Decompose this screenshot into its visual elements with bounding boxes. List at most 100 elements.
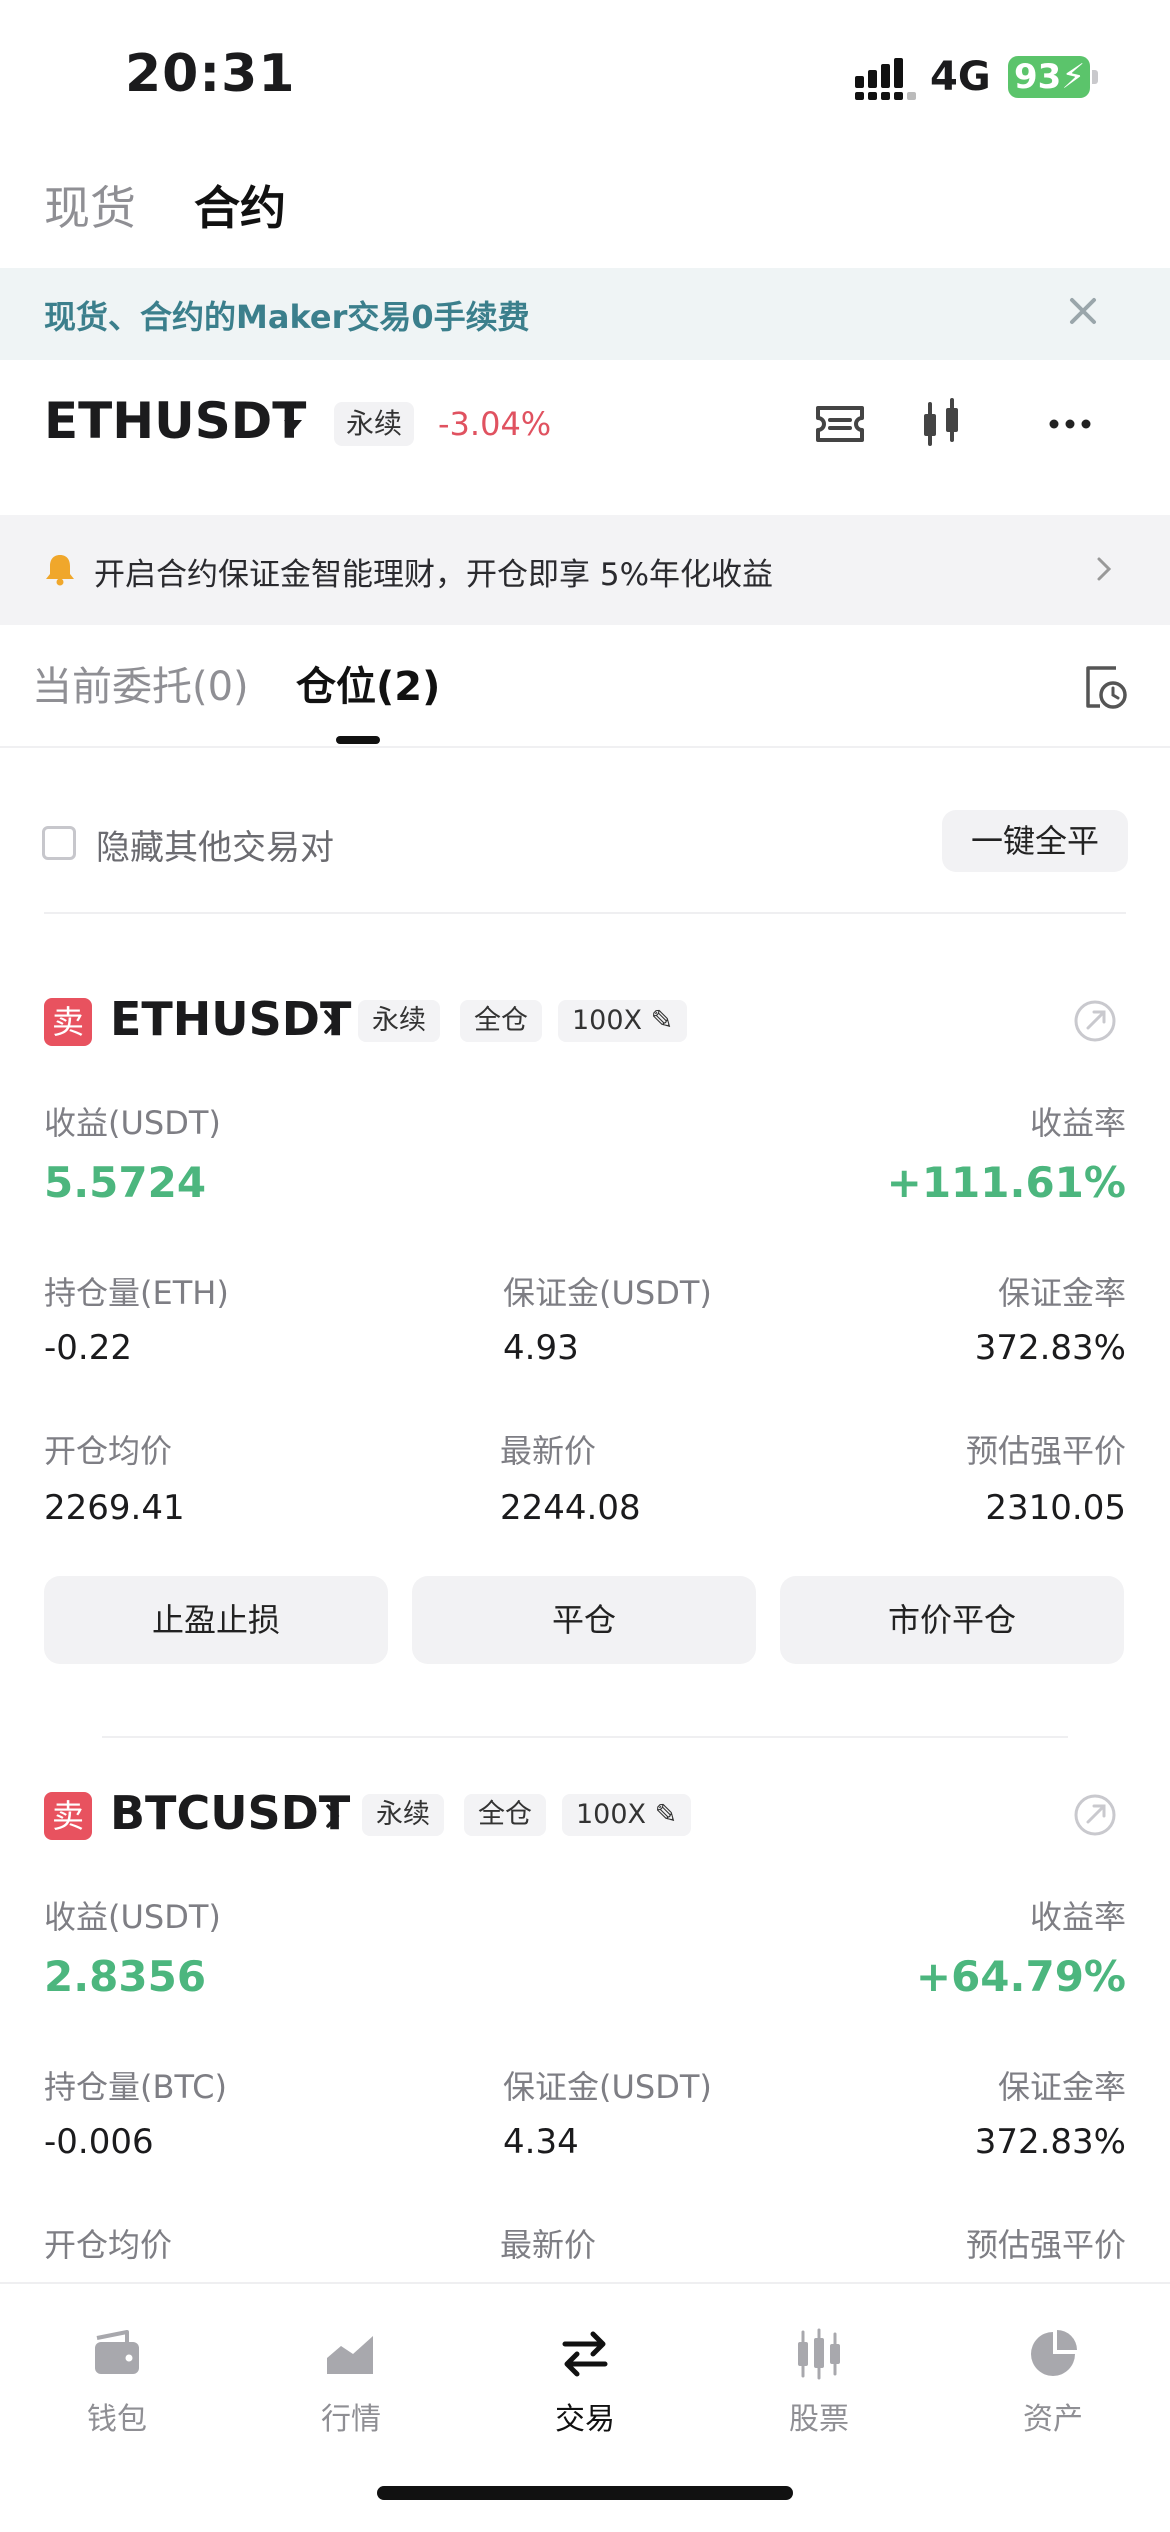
status-bar: 20:31 4G 93⚡ [0, 0, 1170, 150]
mark-price-label: 最新价 [500, 2226, 597, 2264]
pie-icon [1031, 2330, 1077, 2376]
bell-icon [46, 555, 74, 586]
size-value: -0.006 [44, 2122, 154, 2162]
battery-tip [1092, 70, 1098, 84]
hide-others-label: 隐藏其他交易对 [96, 828, 334, 868]
nav-stocks[interactable]: 股票 [739, 2324, 899, 2464]
order-ticket-icon[interactable] [810, 394, 870, 454]
leverage-tag[interactable]: 100X ✎ [562, 1794, 692, 1836]
margin-ratio-label: 保证金率 [997, 2068, 1126, 2106]
leverage-value: 100X [572, 1005, 643, 1036]
active-tab-indicator [336, 736, 380, 744]
promo-text: 现货、合约的Maker交易0手续费 [44, 298, 530, 336]
roe-label: 收益率 [1029, 1104, 1126, 1142]
close-all-button[interactable]: 一键全平 [942, 810, 1128, 872]
tab-spot[interactable]: 现货 [44, 172, 136, 238]
more-icon[interactable] [1040, 394, 1100, 454]
liq-price-label: 预估强平价 [965, 2226, 1126, 2264]
margin-value: 4.93 [503, 1328, 579, 1368]
order-tabs: 当前委托(0) 仓位(2) [0, 640, 1170, 748]
nav-label: 交易 [555, 2402, 615, 2437]
entry-price-value: 2269.41 [44, 1488, 185, 1528]
margin-mode-tag: 全仓 [460, 1000, 542, 1042]
notice-text: 开启合约保证金智能理财，开仓即享 5%年化收益 [94, 557, 774, 593]
leverage-tag[interactable]: 100X ✎ [558, 1000, 688, 1042]
wallet-icon [95, 2330, 139, 2374]
liq-price-value: 2310.05 [985, 1488, 1126, 1528]
leverage-value: 100X [576, 1799, 647, 1830]
notice-bar[interactable]: 开启合约保证金智能理财，开仓即享 5%年化收益 [0, 515, 1170, 625]
share-icon[interactable] [1070, 1790, 1120, 1840]
battery-level: 93 [1014, 57, 1062, 97]
size-value: -0.22 [44, 1328, 132, 1368]
margin-ratio-value: 372.83% [974, 1328, 1126, 1368]
battery-icon: 93⚡ [1008, 56, 1090, 98]
chevron-right-icon [326, 1804, 340, 1828]
pnl-value: 5.5724 [44, 1158, 207, 1207]
pnl-value: 2.8356 [44, 1952, 207, 2001]
price-change: -3.04% [438, 405, 552, 443]
tab-open-orders[interactable]: 当前委托(0) [32, 654, 249, 712]
contract-type-tag: 永续 [362, 1794, 444, 1836]
roe-value: +111.61% [886, 1158, 1126, 1207]
hide-others-row: 隐藏其他交易对 一键全平 [0, 800, 1170, 915]
caret-down-icon[interactable] [282, 414, 304, 436]
share-icon[interactable] [1070, 996, 1120, 1046]
chevron-right-icon [324, 1010, 338, 1034]
mark-price-label: 最新价 [500, 1432, 597, 1470]
nav-label: 行情 [321, 2402, 381, 2437]
roe-value: +64.79% [915, 1952, 1126, 2001]
nav-market[interactable]: 行情 [271, 2324, 431, 2464]
home-indicator [377, 2486, 793, 2500]
chart-icon [327, 2336, 373, 2374]
nav-label: 股票 [789, 2402, 849, 2437]
margin-ratio-label: 保证金率 [997, 1274, 1126, 1312]
sell-badge: 卖 [44, 1792, 92, 1840]
position-actions: 止盈止损 平仓 市价平仓 [0, 1576, 1170, 1666]
signal-icon [855, 58, 916, 100]
hide-others-checkbox[interactable] [42, 826, 76, 860]
candles-icon [798, 2328, 840, 2380]
liq-price-label: 预估强平价 [965, 1432, 1126, 1470]
nav-wallet[interactable]: 钱包 [37, 2324, 197, 2464]
contract-type-badge: 永续 [334, 402, 415, 446]
sell-badge: 卖 [44, 998, 92, 1046]
nav-assets[interactable]: 资产 [973, 2324, 1133, 2464]
margin-value: 4.34 [503, 2122, 579, 2162]
history-icon[interactable] [1078, 660, 1130, 712]
network-type: 4G [930, 54, 991, 100]
nav-label: 钱包 [87, 2402, 147, 2437]
margin-label: 保证金(USDT) [503, 1274, 712, 1312]
roe-label: 收益率 [1029, 1898, 1126, 1936]
entry-price-label: 开仓均价 [44, 2226, 173, 2264]
contract-type-tag: 永续 [358, 1000, 440, 1042]
chevron-right-icon [1097, 557, 1112, 581]
close-position-button[interactable]: 平仓 [412, 1576, 756, 1664]
nav-label: 资产 [1023, 2402, 1083, 2437]
entry-price-label: 开仓均价 [44, 1432, 173, 1470]
size-label: 持仓量(ETH) [44, 1274, 229, 1312]
divider [44, 912, 1126, 914]
tab-futures[interactable]: 合约 [194, 172, 286, 238]
margin-mode-tag: 全仓 [464, 1794, 546, 1836]
candlestick-icon[interactable] [912, 394, 972, 454]
promo-banner[interactable]: 现货、合约的Maker交易0手续费 [0, 268, 1170, 360]
status-time: 20:31 [125, 44, 296, 104]
size-label: 持仓量(BTC) [44, 2068, 227, 2106]
nav-trade[interactable]: 交易 [505, 2324, 665, 2464]
ticker-header: ETHUSDT 永续 -3.04% [0, 380, 1170, 480]
margin-ratio-value: 372.83% [974, 2122, 1126, 2162]
pnl-label: 收益(USDT) [44, 1898, 221, 1936]
pnl-label: 收益(USDT) [44, 1104, 221, 1142]
market-close-button[interactable]: 市价平仓 [780, 1576, 1124, 1664]
ticker-symbol[interactable]: ETHUSDT [44, 392, 306, 450]
position-symbol[interactable]: BTCUSDT [110, 1786, 350, 1840]
tp-sl-button[interactable]: 止盈止损 [44, 1576, 388, 1664]
divider [102, 1736, 1068, 1738]
swap-icon [562, 2331, 608, 2377]
margin-label: 保证金(USDT) [503, 2068, 712, 2106]
mark-price-value: 2244.08 [500, 1488, 641, 1528]
close-icon[interactable] [1060, 288, 1106, 334]
tab-positions[interactable]: 仓位(2) [296, 654, 440, 712]
position-symbol[interactable]: ETHUSDT [110, 992, 351, 1046]
